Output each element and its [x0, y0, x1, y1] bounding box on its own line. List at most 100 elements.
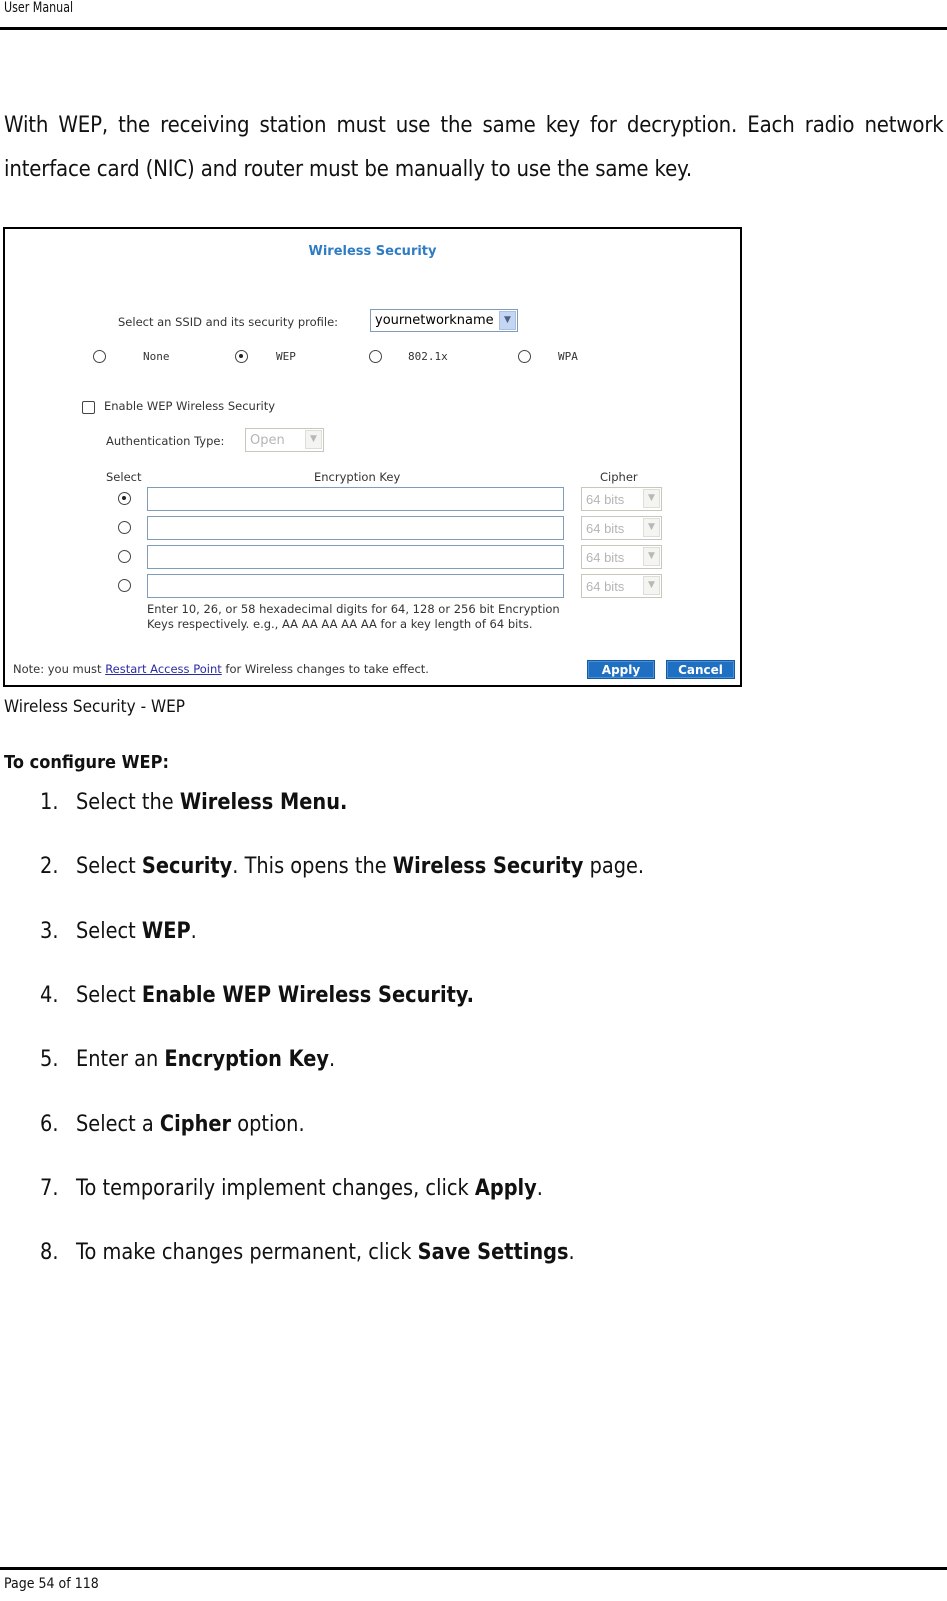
security-mode-label: WPA [558, 350, 578, 363]
step-emphasis: Wireless Menu. [179, 790, 348, 815]
step-emphasis: WEP [141, 918, 191, 944]
step-number: 7. [40, 1175, 59, 1201]
key-select-radio[interactable] [118, 550, 131, 563]
enable-wep-checkbox[interactable] [82, 401, 95, 414]
auth-type-select[interactable]: Open ▼ [245, 428, 324, 452]
step-text: To make changes permanent, click Save Se… [76, 1240, 575, 1265]
step-item: 2. Select Security. This opens the Wirele… [0, 854, 900, 884]
key-select-radio[interactable] [118, 579, 131, 592]
step-text-part: page. [583, 854, 645, 880]
step-number: 6. [40, 1111, 59, 1137]
security-mode-label: 802.1x [408, 350, 448, 363]
column-header-cipher: Cipher [600, 470, 638, 484]
step-number: 8. [40, 1240, 59, 1266]
key-select-radio[interactable] [118, 521, 131, 534]
restart-access-point-link[interactable]: Restart Access Point [105, 662, 222, 676]
step-text: Select the Wireless Menu. [76, 790, 347, 815]
step-item: 8. To make changes permanent, click Save … [0, 1240, 900, 1270]
cancel-button[interactable]: Cancel [666, 660, 735, 679]
key-row: 64 bits ▼ [5, 545, 740, 571]
key-row: 64 bits ▼ [5, 516, 740, 542]
step-item: 4. Select Enable WEP Wireless Security. [0, 983, 900, 1013]
step-text-part: Select the [76, 790, 180, 815]
ssid-select[interactable]: yournetworkname ▼ [370, 309, 518, 332]
step-text-part: Select a [76, 1111, 160, 1137]
cipher-value: 64 bits [586, 579, 625, 594]
wireless-security-screenshot: Wireless Security Select an SSID and its… [3, 227, 742, 687]
step-text-part: . [329, 1047, 336, 1073]
step-text-part: Select [76, 982, 142, 1008]
step-number: 4. [40, 982, 59, 1008]
figure-caption: Wireless Security - WEP [4, 697, 185, 717]
intro-paragraph: With WEP, the receiving station must use… [4, 104, 944, 192]
step-number: 2. [40, 854, 59, 880]
auth-type-value: Open [250, 433, 285, 448]
section-heading: To configure WEP: [4, 752, 169, 773]
key-select-radio[interactable] [118, 492, 131, 505]
header-divider [0, 27, 947, 30]
chevron-down-icon[interactable]: ▼ [643, 489, 660, 508]
security-mode-radio-8021x[interactable] [369, 350, 382, 363]
step-emphasis: Encryption Key [164, 1047, 330, 1073]
security-mode-radio-none[interactable] [93, 350, 106, 363]
step-emphasis: Apply [474, 1175, 537, 1201]
encryption-key-input[interactable] [147, 487, 564, 511]
step-number: 3. [40, 918, 59, 944]
page-number: Page 54 of 118 [4, 1576, 99, 1592]
intro-text: With WEP, the receiving station must use… [4, 113, 944, 182]
security-mode-radio-wpa[interactable] [518, 350, 531, 363]
step-text-part: To temporarily implement changes, click [76, 1175, 475, 1201]
cipher-value: 64 bits [586, 492, 625, 507]
step-text-part: . [190, 918, 197, 944]
encryption-key-input[interactable] [147, 574, 564, 598]
step-text: Select Enable WEP Wireless Security. [76, 983, 474, 1008]
note-suffix: for Wireless changes to take effect. [221, 662, 429, 676]
step-text-part: Select [76, 918, 142, 944]
cipher-value: 64 bits [586, 521, 625, 536]
chevron-down-icon[interactable]: ▼ [305, 430, 322, 449]
step-item: 3. Select WEP. [0, 919, 900, 949]
security-mode-label: None [143, 350, 170, 363]
step-emphasis: Cipher [159, 1111, 232, 1137]
step-item: 7. To temporarily implement changes, clic… [0, 1176, 900, 1206]
step-text-part: Enter an [76, 1047, 165, 1073]
step-item: 6. Select a Cipher option. [0, 1112, 900, 1142]
chevron-down-icon[interactable]: ▼ [499, 311, 516, 330]
step-text: Select Security. This opens the Wireless… [76, 854, 644, 879]
step-emphasis: Wireless Security [392, 854, 584, 880]
step-text: To temporarily implement changes, click … [76, 1176, 543, 1201]
encryption-key-input[interactable] [147, 545, 564, 569]
step-item: 1. Select the Wireless Menu. [0, 790, 900, 820]
footer-divider [0, 1567, 947, 1570]
apply-button[interactable]: Apply [587, 660, 655, 679]
security-mode-radio-wep[interactable] [235, 350, 248, 363]
key-row: 64 bits ▼ [5, 574, 740, 600]
cipher-select[interactable]: 64 bits ▼ [581, 487, 662, 511]
chevron-down-icon[interactable]: ▼ [643, 576, 660, 595]
step-emphasis: Save Settings [417, 1240, 569, 1266]
step-text-part: . This opens the [232, 854, 393, 880]
note-prefix: Note: you must [13, 662, 106, 676]
auth-type-label: Authentication Type: [106, 434, 225, 448]
step-text-part: To make changes permanent, click [76, 1240, 418, 1266]
step-text-part: option. [231, 1111, 305, 1137]
step-text: Select a Cipher option. [76, 1112, 305, 1137]
step-text-part: . [568, 1240, 575, 1266]
cipher-select[interactable]: 64 bits ▼ [581, 516, 662, 540]
security-mode-label: WEP [276, 350, 296, 363]
panel-title: Wireless Security [308, 244, 437, 259]
chevron-down-icon[interactable]: ▼ [643, 547, 660, 566]
ssid-select-value: yournetworkname [375, 313, 494, 328]
step-item: 5. Enter an Encryption Key. [0, 1047, 900, 1077]
cipher-value: 64 bits [586, 550, 625, 565]
restart-note: Note: you must Restart Access Point for … [13, 662, 429, 676]
step-number: 1. [40, 790, 59, 815]
step-number: 5. [40, 1047, 59, 1073]
key-hint: Enter 10, 26, or 58 hexadecimal digits f… [147, 602, 560, 631]
step-emphasis: Enable WEP Wireless Security. [141, 982, 475, 1008]
chevron-down-icon[interactable]: ▼ [643, 518, 660, 537]
step-text: Enter an Encryption Key. [76, 1047, 335, 1072]
encryption-key-input[interactable] [147, 516, 564, 540]
cipher-select[interactable]: 64 bits ▼ [581, 574, 662, 598]
cipher-select[interactable]: 64 bits ▼ [581, 545, 662, 569]
